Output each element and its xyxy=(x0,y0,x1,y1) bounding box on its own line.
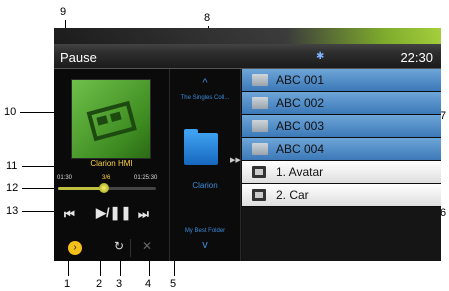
folder-icon xyxy=(252,143,268,155)
callout-8: 8 xyxy=(204,12,211,24)
list-item-label: ABC 002 xyxy=(276,96,325,110)
expand-arrows-icon: ▶▶ xyxy=(230,157,241,164)
callout-3: 3 xyxy=(116,278,123,290)
list-item[interactable]: ABC 004 xyxy=(242,138,441,161)
list-item[interactable]: ABC 002 xyxy=(242,92,441,115)
next-track-button[interactable]: ⏭ xyxy=(138,207,149,222)
callout-13: 13 xyxy=(6,205,19,217)
player-panel: Clarion HMI 01:30 3/6 01:25:30 ⏮ ▶/❚❚ ⏭ … xyxy=(54,69,169,261)
list-item[interactable]: 2. Car xyxy=(242,184,441,207)
list-item[interactable]: 1. Avatar xyxy=(242,161,441,184)
previous-track-button[interactable]: ⏮ xyxy=(64,207,75,222)
device-screen: Pause ✱ 22:30 Clarion HMI 01:30 3/6 01:2… xyxy=(54,28,441,261)
status-bar-accent xyxy=(54,28,441,44)
video-file-icon xyxy=(252,189,266,201)
folder-icon xyxy=(252,120,268,132)
callout-1: 1 xyxy=(64,278,71,290)
list-item[interactable]: ABC 003 xyxy=(242,115,441,138)
album-art xyxy=(71,79,151,159)
callout-5: 5 xyxy=(170,278,177,290)
folder-browser: ^ The Singles Coll... Clarion My Best Fo… xyxy=(169,69,241,261)
list-item-label: ABC 003 xyxy=(276,119,325,133)
bluetooth-icon: ✱ xyxy=(316,51,325,62)
list-item-label: ABC 001 xyxy=(276,73,325,87)
list-item-label: 2. Car xyxy=(276,188,309,202)
list-item[interactable]: ABC 001 xyxy=(242,69,441,92)
folder-icon[interactable] xyxy=(184,129,218,165)
total-time: 01:25:30 xyxy=(134,175,158,181)
folder-icon xyxy=(252,97,268,109)
playback-status: Pause xyxy=(60,50,97,65)
next-folder-name[interactable]: My Best Folder xyxy=(170,228,240,234)
progress-fill xyxy=(58,187,105,190)
video-file-icon xyxy=(252,166,266,178)
folder-icon xyxy=(252,74,268,86)
progress-slider[interactable] xyxy=(58,183,156,193)
folder-down-arrow-icon[interactable]: v xyxy=(170,239,240,251)
current-folder-name: Clarion xyxy=(192,181,218,190)
track-title: Clarion HMI xyxy=(90,159,133,168)
list-item-label: ABC 004 xyxy=(276,142,325,156)
folder-up-arrow-icon[interactable]: ^ xyxy=(170,77,240,89)
callout-2: 2 xyxy=(96,278,103,290)
previous-folder-name[interactable]: The Singles Coll... xyxy=(170,95,240,101)
list-item-label: 1. Avatar xyxy=(276,165,324,179)
status-bar: Pause ✱ 22:30 xyxy=(54,28,441,69)
divider xyxy=(130,239,131,257)
film-strip-icon xyxy=(86,100,137,142)
clock: 22:30 xyxy=(400,50,433,65)
callout-9: 9 xyxy=(60,6,67,18)
shuffle-button[interactable]: ✕ xyxy=(142,239,152,253)
callout-11: 11 xyxy=(6,160,18,172)
callout-4: 4 xyxy=(145,278,152,290)
elapsed-time: 01:30 xyxy=(57,175,73,181)
file-list: ABC 001 ABC 002 ABC 003 ABC 004 1. Avata… xyxy=(242,69,441,261)
callout-10: 10 xyxy=(4,106,17,118)
repeat-button[interactable]: ↻ xyxy=(114,239,124,253)
callout-12: 12 xyxy=(6,182,19,194)
play-pause-button[interactable]: ▶/❚❚ xyxy=(96,205,131,221)
more-options-button[interactable]: › xyxy=(68,241,82,255)
progress-knob[interactable] xyxy=(99,183,110,193)
track-index: 3/6 xyxy=(102,175,111,181)
